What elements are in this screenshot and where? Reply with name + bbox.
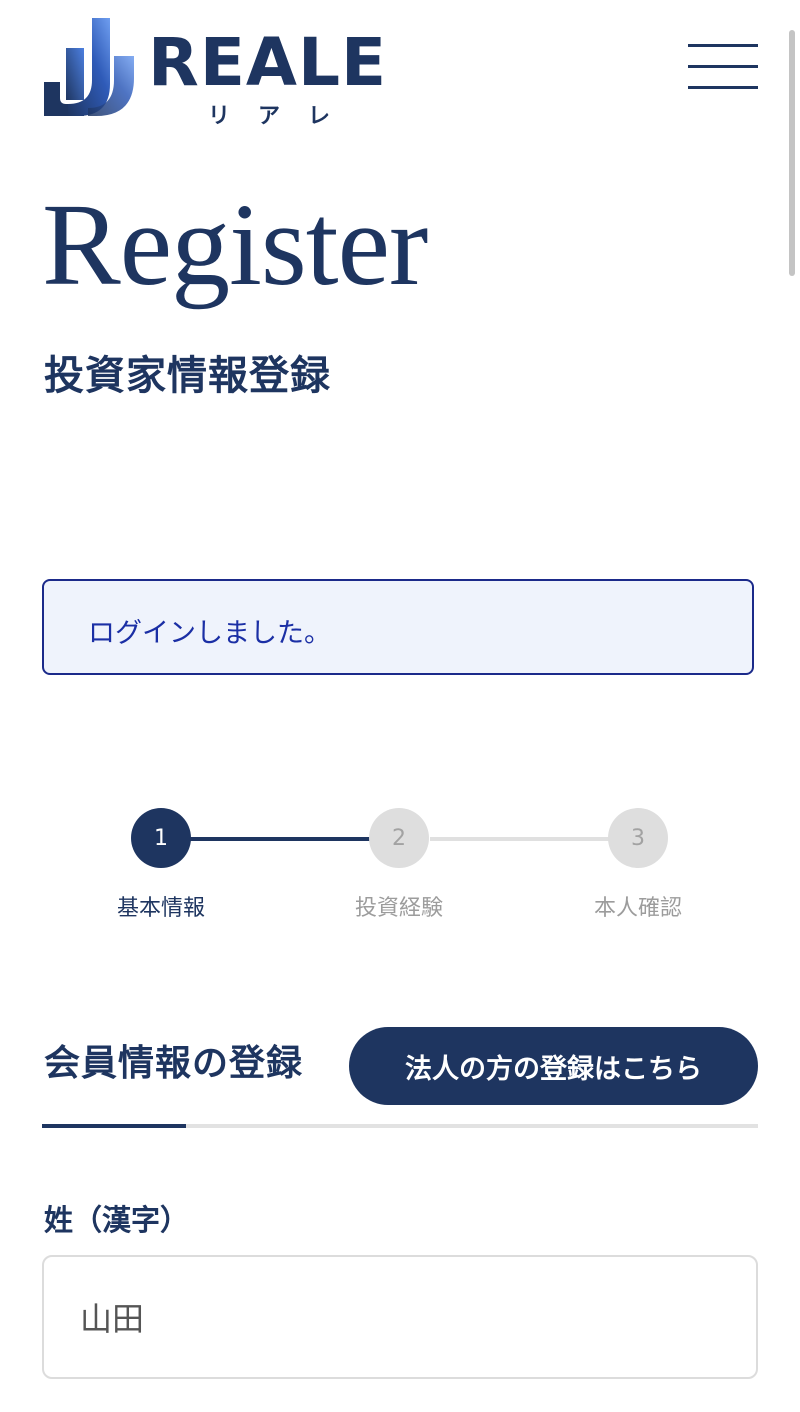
page-subtitle: 投資家情報登録 xyxy=(44,353,331,399)
step-1-number: 1 xyxy=(154,825,168,851)
step-2-label: 投資経験 xyxy=(354,896,443,921)
stepper-line-2-3 xyxy=(430,837,610,841)
stepper-line-1-2 xyxy=(190,837,372,841)
step-2-number: 2 xyxy=(392,825,406,851)
page-title: Register xyxy=(42,179,428,310)
last-name-kanji-label: 姓（漢字） xyxy=(44,1203,190,1237)
reale-logo-mark-icon xyxy=(44,18,134,116)
login-success-alert: ログインしました。 xyxy=(42,579,754,675)
logo-wordmark: REALE xyxy=(148,24,388,101)
section-title: 会員情報の登録 xyxy=(44,1043,304,1084)
section-tab-indicator xyxy=(42,1124,186,1128)
step-1-label: 基本情報 xyxy=(116,896,205,921)
step-1-circle: 1 xyxy=(131,808,191,868)
registration-stepper: 1 2 3 基本情報 投資経験 本人確認 xyxy=(0,806,800,926)
step-3-number: 3 xyxy=(631,825,645,851)
logo-kana: リアレ xyxy=(208,104,359,129)
alert-message: ログインしました。 xyxy=(88,618,331,649)
step-3-label: 本人確認 xyxy=(593,896,682,921)
step-3-circle: 3 xyxy=(608,808,668,868)
reale-logo[interactable]: REALE リアレ xyxy=(44,18,389,129)
step-2-circle: 2 xyxy=(369,808,429,868)
scrollbar-thumb[interactable] xyxy=(789,30,795,276)
last-name-kanji-input[interactable] xyxy=(42,1255,758,1379)
corporate-registration-button[interactable]: 法人の方の登録はこちら xyxy=(349,1027,758,1105)
hamburger-menu-icon[interactable] xyxy=(688,44,758,90)
